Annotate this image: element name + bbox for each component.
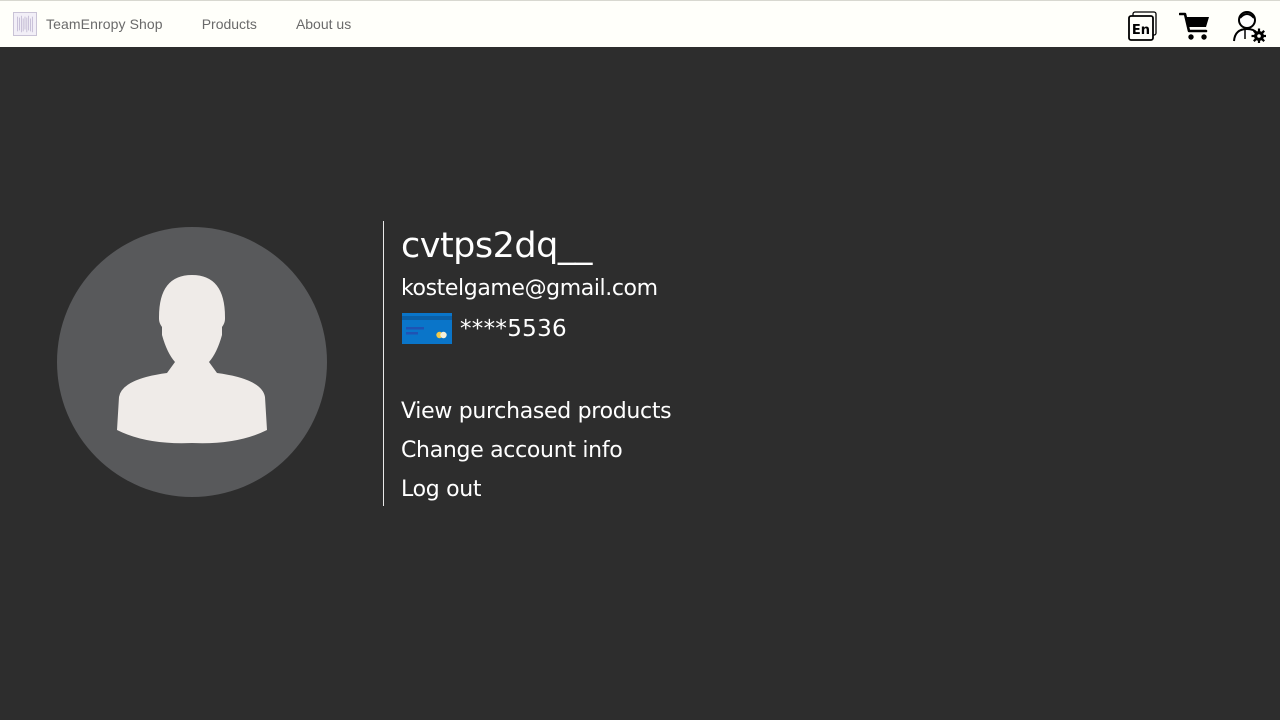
view-purchased-products-link[interactable]: View purchased products	[401, 399, 672, 424]
brand-logo-icon	[13, 12, 37, 36]
profile-username: cvtps2dq__	[401, 226, 592, 266]
card-masked-number: ****5536	[460, 315, 567, 342]
top-navbar: TeamEnropy Shop Products About us En	[0, 0, 1280, 47]
navbar-icon-group: En	[1128, 9, 1266, 43]
log-out-link[interactable]: Log out	[401, 477, 482, 502]
user-settings-icon[interactable]	[1232, 9, 1266, 43]
brand-home-link[interactable]: TeamEnropy Shop	[13, 12, 163, 36]
language-en-icon[interactable]: En	[1128, 11, 1158, 41]
cart-icon[interactable]	[1179, 11, 1211, 41]
profile-divider	[383, 221, 384, 506]
profile-email: kostelgame@gmail.com	[401, 276, 658, 301]
brand-name: TeamEnropy Shop	[46, 16, 163, 32]
payment-card-row: ****5536	[402, 313, 567, 344]
nav-link-products[interactable]: Products	[202, 16, 257, 32]
profile-avatar	[57, 227, 327, 497]
change-account-info-link[interactable]: Change account info	[401, 438, 623, 463]
svg-text:En: En	[1132, 23, 1150, 38]
nav-link-about-us[interactable]: About us	[296, 16, 351, 32]
user-silhouette-icon	[117, 275, 267, 444]
credit-card-icon	[402, 313, 452, 344]
